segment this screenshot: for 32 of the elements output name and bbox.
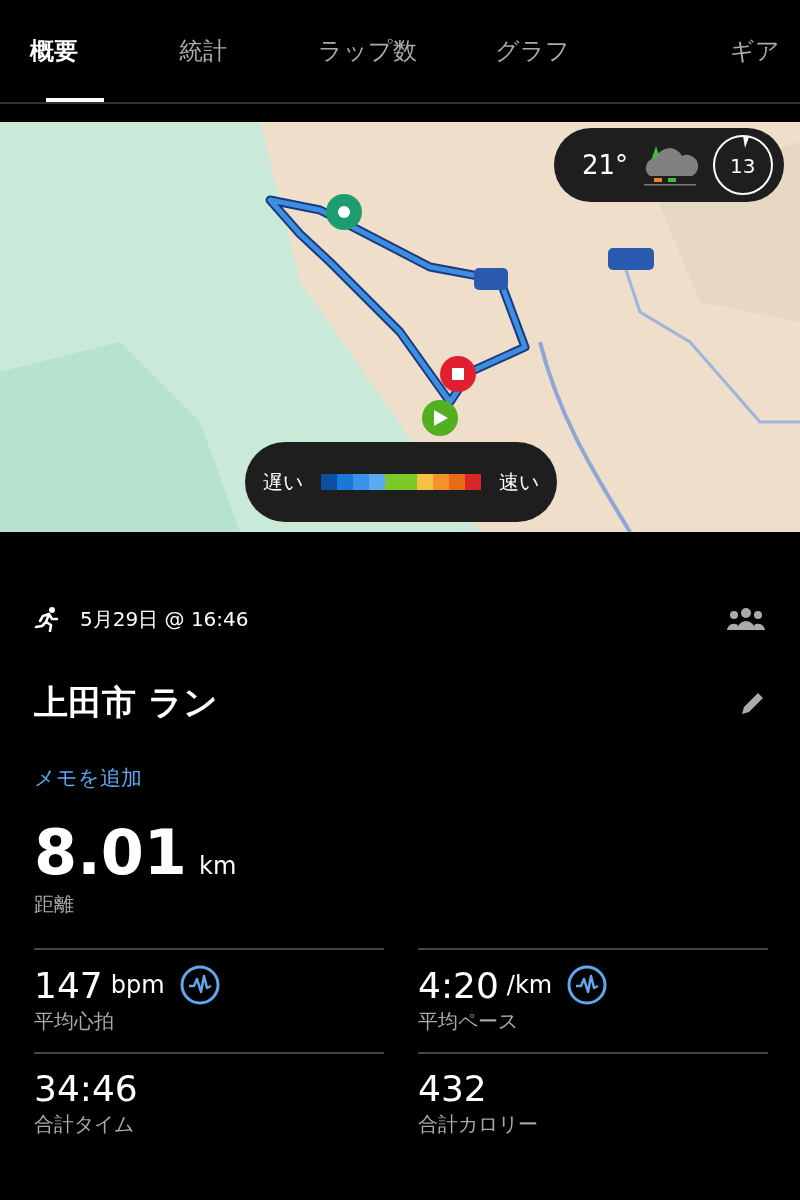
activity-title: 上田市 ラン: [34, 681, 218, 724]
tab[interactable]: グラフ: [450, 0, 615, 102]
gauge-icon: [712, 134, 775, 196]
stat-unit: /km: [506, 971, 553, 999]
distance-value: 8.01: [34, 816, 187, 889]
edit-icon[interactable]: [740, 690, 766, 716]
runner-icon: [34, 606, 60, 632]
chart-icon[interactable]: [178, 964, 221, 1006]
distance-unit: km: [199, 852, 237, 880]
group-icon[interactable]: [726, 608, 766, 630]
tab[interactable]: 概要: [30, 0, 120, 102]
stat-label: 平均心拍: [34, 1008, 115, 1035]
tab[interactable]: 統計: [120, 0, 285, 102]
stat-label: 合計カロリー: [418, 1111, 539, 1138]
weather-badge[interactable]: 21° 13: [554, 128, 784, 202]
activity-datetime: 5月29日 @ 16:46: [80, 605, 249, 633]
add-note-link[interactable]: メモを追加: [34, 764, 142, 792]
tab[interactable]: ギア: [615, 0, 780, 102]
stat-value: 147: [34, 964, 103, 1006]
chart-icon[interactable]: [566, 964, 609, 1006]
distance-label: 距離: [34, 891, 75, 918]
stat-value: 4:20: [418, 964, 499, 1006]
stat-label: 合計タイム: [34, 1111, 135, 1138]
legend-label: 速い: [499, 468, 539, 496]
tab[interactable]: ラップ数: [285, 0, 450, 102]
legend-label: 遅い: [263, 468, 303, 496]
stat-value: 34:46: [34, 1068, 138, 1109]
stat-label: 平均ペース: [418, 1008, 519, 1035]
gauge-value: 13: [730, 154, 756, 178]
stat-value: 432: [418, 1068, 487, 1109]
temperature: 21°: [582, 150, 629, 180]
stat-unit: bpm: [110, 971, 165, 999]
